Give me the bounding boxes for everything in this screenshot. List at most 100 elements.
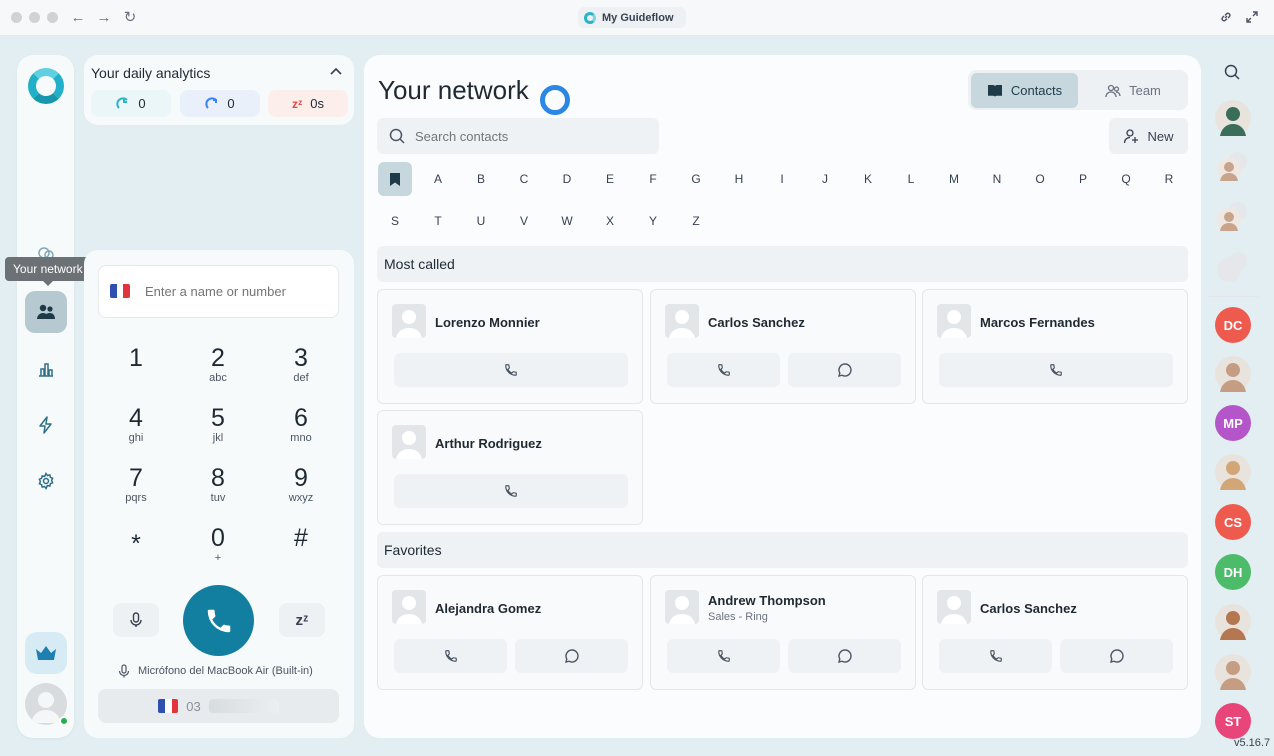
chat-bubble-icon [1109,649,1124,663]
dial-key-8[interactable]: 8 tuv [188,464,248,504]
letter-filter-z[interactable]: Z [679,204,713,238]
call-contact-button[interactable] [667,353,780,387]
message-contact-button[interactable] [788,639,901,673]
network-nav-button[interactable] [25,291,67,333]
team-member-avatar[interactable]: ST [1215,703,1251,739]
window-zoom-dot[interactable] [47,12,58,23]
back-arrow-icon[interactable]: ← [69,9,87,27]
dial-key-5[interactable]: 5 jkl [188,404,248,444]
window-minimize-dot[interactable] [29,12,40,23]
call-contact-button[interactable] [667,639,780,673]
caller-id-selector[interactable]: 03 [98,689,339,723]
tab-team[interactable]: Team [1081,73,1185,108]
team-member-avatar[interactable] [1215,356,1251,392]
reload-icon[interactable]: ↻ [121,9,139,27]
team-member-avatar[interactable] [1215,200,1251,236]
letter-filter-k[interactable]: K [851,162,885,196]
letter-filter-e[interactable]: E [593,162,627,196]
team-rail-divider [1208,296,1258,297]
number-input[interactable] [145,276,330,306]
dial-key-2[interactable]: 2 abc [188,344,248,384]
letter-filter-y[interactable]: Y [636,204,670,238]
message-contact-button[interactable] [515,639,628,673]
dial-key-3[interactable]: 3 def [271,344,331,384]
team-member-avatar[interactable] [1215,654,1251,690]
message-contact-button[interactable] [788,353,901,387]
letter-filter-s[interactable]: S [378,204,412,238]
dial-key-9[interactable]: 9 wxyz [271,464,331,504]
letter-filter-j[interactable]: J [808,162,842,196]
search-input[interactable] [415,128,645,144]
letter-filter-q[interactable]: Q [1109,162,1143,196]
contact-card[interactable]: Andrew Thompson Sales - Ring [650,575,916,690]
letter-filter-f[interactable]: F [636,162,670,196]
settings-gear-icon[interactable] [28,463,64,499]
dial-key-7[interactable]: 7 pqrs [106,464,166,504]
contact-card[interactable]: Alejandra Gomez [377,575,643,690]
forward-arrow-icon[interactable]: → [95,9,113,27]
expand-icon[interactable] [1245,10,1259,29]
letter-filter-l[interactable]: L [894,162,928,196]
team-search-icon[interactable] [1224,64,1240,85]
call-button[interactable] [183,585,254,656]
letter-filter-r[interactable]: R [1152,162,1186,196]
team-member-avatar[interactable] [1215,454,1251,490]
letter-filter-p[interactable]: P [1066,162,1100,196]
dial-key-6[interactable]: 6 mno [271,404,331,444]
letter-filter-c[interactable]: C [507,162,541,196]
letter-filter-d[interactable]: D [550,162,584,196]
team-member-avatar[interactable]: DH [1215,554,1251,590]
letter-filter-a[interactable]: A [421,162,455,196]
analytics-bar-chart-icon[interactable] [28,351,64,387]
letter-filter-u[interactable]: U [464,204,498,238]
call-contact-button[interactable] [394,639,507,673]
call-contact-button[interactable] [394,353,628,387]
letter-filter-t[interactable]: T [421,204,455,238]
team-member-avatar[interactable]: DC [1215,307,1251,343]
collapse-chevron-icon[interactable] [328,64,344,85]
letter-filter-o[interactable]: O [1023,162,1057,196]
dial-key-1[interactable]: 1 [106,344,166,372]
call-contact-button[interactable] [939,353,1173,387]
letter-filter-h[interactable]: H [722,162,756,196]
team-member-avatar[interactable] [1215,604,1251,640]
team-member-avatar[interactable] [1215,100,1251,136]
message-contact-button[interactable] [1060,639,1173,673]
tab-contacts[interactable]: Contacts [971,73,1078,108]
team-member-avatar[interactable] [1215,150,1251,186]
snooze-button[interactable]: zᶻ [279,603,325,637]
team-member-avatar[interactable]: CS [1215,504,1251,540]
letter-filter-m[interactable]: M [937,162,971,196]
letter-filter-i[interactable]: I [765,162,799,196]
chat-bubble-icon [837,363,852,377]
team-member-avatar[interactable] [1215,250,1251,286]
dial-key-0[interactable]: 0 + [188,524,248,564]
contact-card[interactable]: Arthur Rodriguez [377,410,643,525]
premium-crown-button[interactable] [25,632,67,674]
dial-key-4[interactable]: 4 ghi [106,404,166,444]
contact-card[interactable]: Marcos Fernandes [922,289,1188,404]
automation-bolt-icon[interactable] [28,407,64,443]
contact-card[interactable]: Carlos Sanchez [922,575,1188,690]
window-close-dot[interactable] [11,12,22,23]
letter-filter-x[interactable]: X [593,204,627,238]
letter-filter-n[interactable]: N [980,162,1014,196]
mute-mic-button[interactable] [113,603,159,637]
call-contact-button[interactable] [939,639,1052,673]
letter-filter-v[interactable]: V [507,204,541,238]
france-flag-icon[interactable] [110,284,130,298]
contact-card[interactable]: Lorenzo Monnier [377,289,643,404]
letter-filter-b[interactable]: B [464,162,498,196]
bookmark-filter-button[interactable] [378,162,412,196]
app-logo[interactable] [28,68,64,104]
contact-card[interactable]: Carlos Sanchez [650,289,916,404]
link-icon[interactable] [1219,10,1233,29]
call-contact-button[interactable] [394,474,628,508]
team-member-avatar[interactable]: MP [1215,405,1251,441]
new-contact-button[interactable]: New [1109,118,1188,154]
letter-filter-w[interactable]: W [550,204,584,238]
contact-avatar [392,304,426,338]
dial-key-hash[interactable]: # [271,524,331,552]
letter-filter-g[interactable]: G [679,162,713,196]
dial-key-star[interactable]: * [106,530,166,558]
